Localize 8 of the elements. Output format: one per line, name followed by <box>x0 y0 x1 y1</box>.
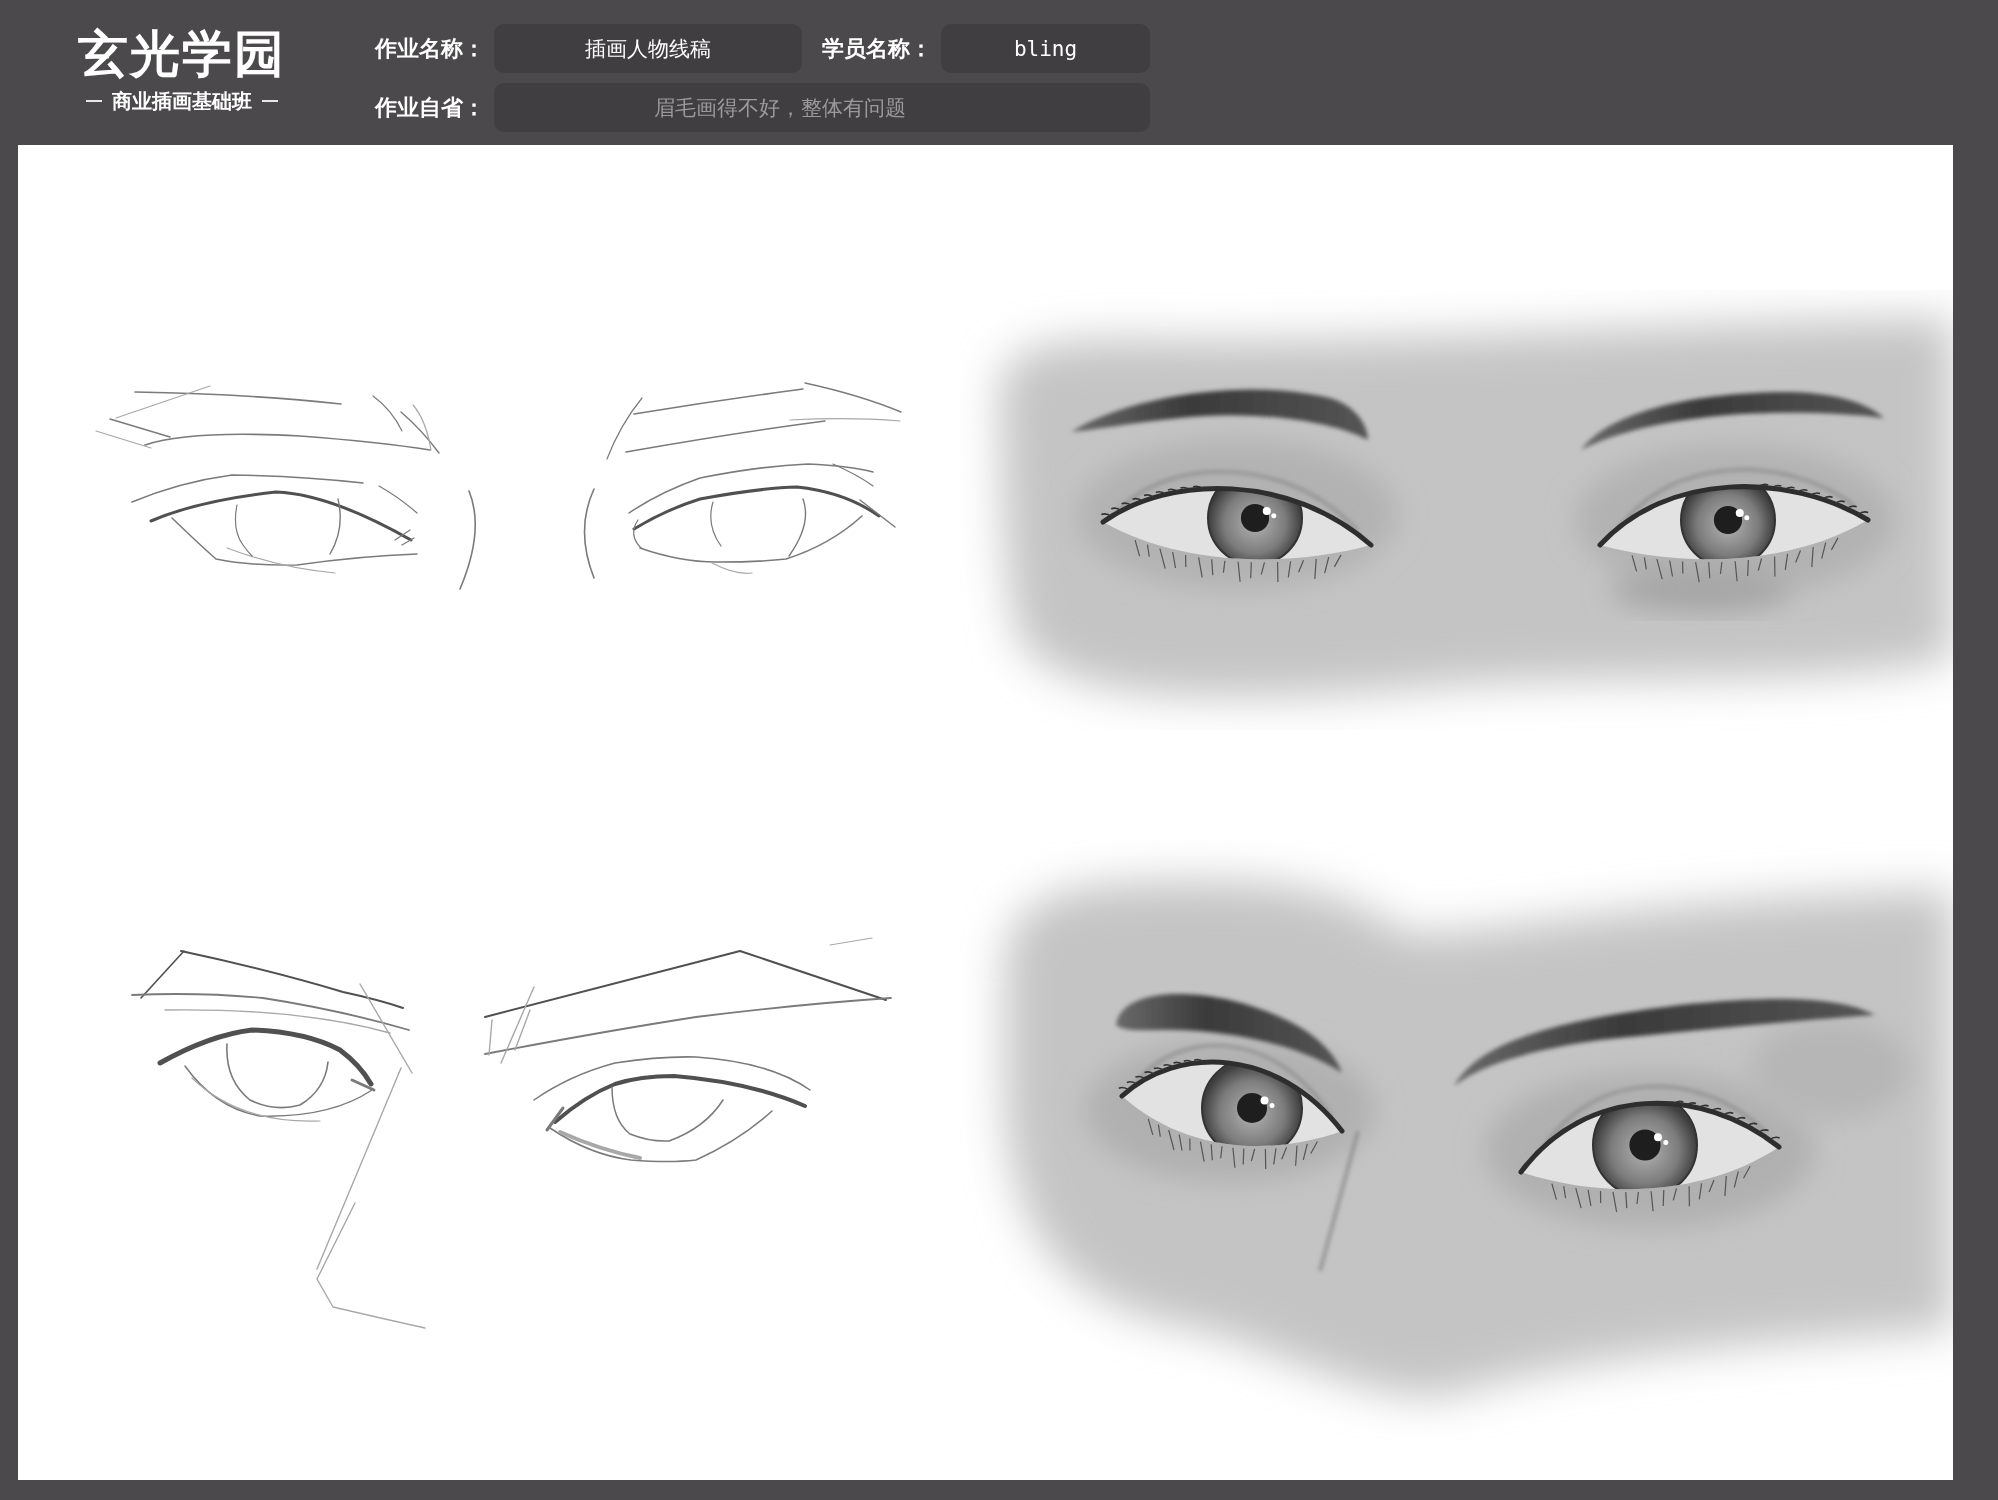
logo-subtitle: 商业插画基础班 <box>111 88 252 114</box>
field-label: 作业名称： <box>375 34 485 63</box>
field-label: 学员名称： <box>822 34 932 63</box>
text-field[interactable]: 插画人物线稿 <box>494 24 802 73</box>
text-field[interactable]: bling <box>941 24 1150 73</box>
text-field[interactable]: 眉毛画得不好，整体有问题 <box>494 83 1150 132</box>
field-label: 作业自省： <box>375 93 485 122</box>
logo-title: 玄光学园 <box>77 24 286 85</box>
